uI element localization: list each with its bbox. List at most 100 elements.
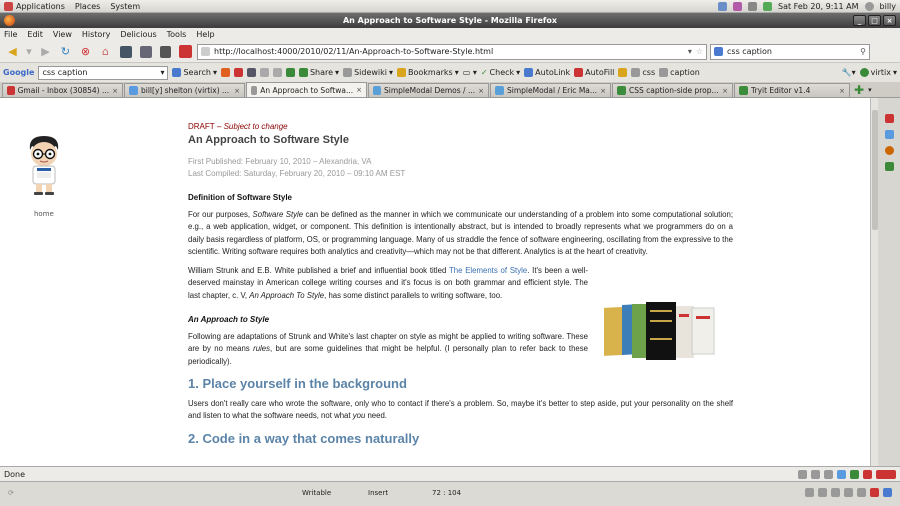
wrench-icon[interactable]: 🔧▾: [842, 68, 856, 77]
tray-icon[interactable]: [870, 488, 879, 497]
window-menu-button[interactable]: ▭ ▾: [463, 68, 477, 77]
tray-icon[interactable]: [857, 488, 866, 497]
menu-tools[interactable]: Tools: [167, 30, 187, 39]
wave-icon[interactable]: [285, 68, 295, 77]
close-icon[interactable]: ×: [600, 87, 606, 95]
pencil-icon[interactable]: [618, 68, 628, 77]
window-icon[interactable]: [117, 43, 134, 60]
menu-history[interactable]: History: [82, 30, 110, 39]
minimize-button[interactable]: _: [853, 15, 866, 26]
spell-icon[interactable]: [272, 68, 282, 77]
back-button[interactable]: ◀: [4, 43, 21, 60]
tab-billy-shelton[interactable]: bill[y] shelton (virtix) ... ×: [124, 83, 245, 97]
close-icon[interactable]: ×: [839, 87, 845, 95]
search-box[interactable]: css caption ⚲: [710, 43, 870, 60]
firefox-icon[interactable]: [4, 15, 15, 26]
check-button[interactable]: ✓ Check ▾: [481, 68, 520, 77]
reload-button[interactable]: ↻: [57, 43, 74, 60]
places-menu[interactable]: Places: [75, 2, 100, 11]
user-name[interactable]: billy: [880, 2, 896, 11]
close-icon[interactable]: ×: [112, 87, 118, 95]
google-search-input[interactable]: css caption ▾: [38, 65, 169, 80]
sidewiki-button[interactable]: Sidewiki ▾: [343, 68, 393, 77]
addon-status-icon[interactable]: [863, 469, 872, 479]
chat-icon[interactable]: [733, 1, 742, 11]
addon-status-icon[interactable]: [837, 469, 846, 479]
tray-icon[interactable]: [883, 488, 892, 497]
bookmark-star-icon[interactable]: ☆: [696, 47, 703, 56]
window-titlebar[interactable]: An Approach to Software Style - Mozilla …: [0, 13, 900, 28]
tray-icon[interactable]: [844, 488, 853, 497]
close-icon[interactable]: ×: [356, 86, 362, 94]
news-icon[interactable]: [246, 68, 256, 77]
autolink-button[interactable]: AutoLink: [524, 68, 570, 77]
bookmark-icon[interactable]: [157, 43, 174, 60]
tab-simplemodal-demos[interactable]: SimpleModal Demos / ... ×: [368, 83, 489, 97]
elements-of-style-link[interactable]: The Elements of Style: [449, 266, 527, 275]
s3fox-icon[interactable]: [876, 469, 896, 479]
tab-simplemodal-eric[interactable]: SimpleModal / Eric Ma... ×: [490, 83, 611, 97]
url-text[interactable]: http://localhost:4000/2010/02/11/An-Appr…: [214, 47, 493, 56]
power-icon[interactable]: [864, 1, 874, 11]
editor-icon[interactable]: ⟳: [8, 489, 14, 497]
system-menu[interactable]: System: [110, 2, 140, 11]
google-search-button[interactable]: Search ▾: [172, 68, 217, 77]
addon-icon[interactable]: [884, 146, 894, 155]
addon-status-icon[interactable]: [811, 469, 820, 479]
close-button[interactable]: ×: [883, 15, 896, 26]
volume-icon[interactable]: [748, 1, 757, 11]
tray-icon[interactable]: [805, 488, 814, 497]
virtix-account-button[interactable]: virtix ▾: [859, 68, 897, 77]
close-icon[interactable]: ×: [722, 87, 728, 95]
search-engine-icon[interactable]: [714, 47, 723, 56]
tag-icon[interactable]: [177, 43, 194, 60]
new-tab-icon[interactable]: ✚: [851, 83, 867, 97]
bookmarks-button[interactable]: Bookmarks ▾: [397, 68, 459, 77]
url-dropdown-icon[interactable]: ▾: [688, 47, 692, 56]
battery-icon[interactable]: [763, 1, 772, 11]
tab-list-icon[interactable]: ▾: [868, 86, 872, 94]
clock[interactable]: Sat Feb 20, 9:11 AM: [778, 2, 859, 11]
back-dropdown-icon[interactable]: ▾: [24, 43, 34, 60]
cursor-position: 72 : 104: [432, 489, 462, 497]
menu-file[interactable]: File: [4, 30, 17, 39]
menu-view[interactable]: View: [53, 30, 72, 39]
chevron-down-icon[interactable]: ▾: [160, 68, 164, 77]
menu-help[interactable]: Help: [196, 30, 214, 39]
tab-css-caption-side[interactable]: CSS caption-side prop... ×: [612, 83, 733, 97]
translate-icon[interactable]: [259, 68, 269, 77]
addon-icon[interactable]: [884, 130, 894, 139]
search-icon[interactable]: ⚲: [860, 47, 866, 56]
maximize-button[interactable]: □: [868, 15, 881, 26]
sidebar-icon[interactable]: [137, 43, 154, 60]
menu-delicious[interactable]: Delicious: [120, 30, 156, 39]
tab-tryit-editor[interactable]: Tryit Editor v1.4 ×: [734, 83, 850, 97]
home-link[interactable]: home: [34, 210, 54, 218]
addon-icon[interactable]: [884, 162, 894, 171]
addon-status-icon[interactable]: [798, 469, 807, 479]
menu-edit[interactable]: Edit: [27, 30, 43, 39]
tab-gmail[interactable]: Gmail - Inbox (30854) ... ×: [2, 83, 123, 97]
share-button[interactable]: Share ▾: [298, 68, 339, 77]
network-icon[interactable]: [718, 1, 727, 11]
url-bar[interactable]: http://localhost:4000/2010/02/11/An-Appr…: [197, 43, 707, 60]
applications-menu[interactable]: Applications: [4, 1, 65, 11]
blogger-icon[interactable]: [220, 68, 230, 77]
gmail-icon[interactable]: [233, 68, 243, 77]
highlight-css-button[interactable]: css: [631, 68, 655, 77]
close-icon[interactable]: ×: [478, 87, 484, 95]
home-button[interactable]: ⌂: [97, 43, 114, 60]
addon-status-icon[interactable]: [850, 469, 859, 479]
addon-status-icon[interactable]: [824, 469, 833, 479]
addon-icon[interactable]: [884, 114, 894, 123]
autofill-button[interactable]: AutoFill: [574, 68, 614, 77]
tray-icon[interactable]: [818, 488, 827, 497]
highlight-caption-button[interactable]: caption: [659, 68, 700, 77]
vertical-scrollbar[interactable]: [870, 98, 878, 466]
tray-icon[interactable]: [831, 488, 840, 497]
search-text[interactable]: css caption: [727, 47, 772, 56]
close-icon[interactable]: ×: [234, 87, 240, 95]
forward-button[interactable]: ▶: [37, 43, 54, 60]
tab-approach-software[interactable]: An Approach to Softwa... ×: [246, 82, 367, 97]
stop-button[interactable]: ⊗: [77, 43, 94, 60]
